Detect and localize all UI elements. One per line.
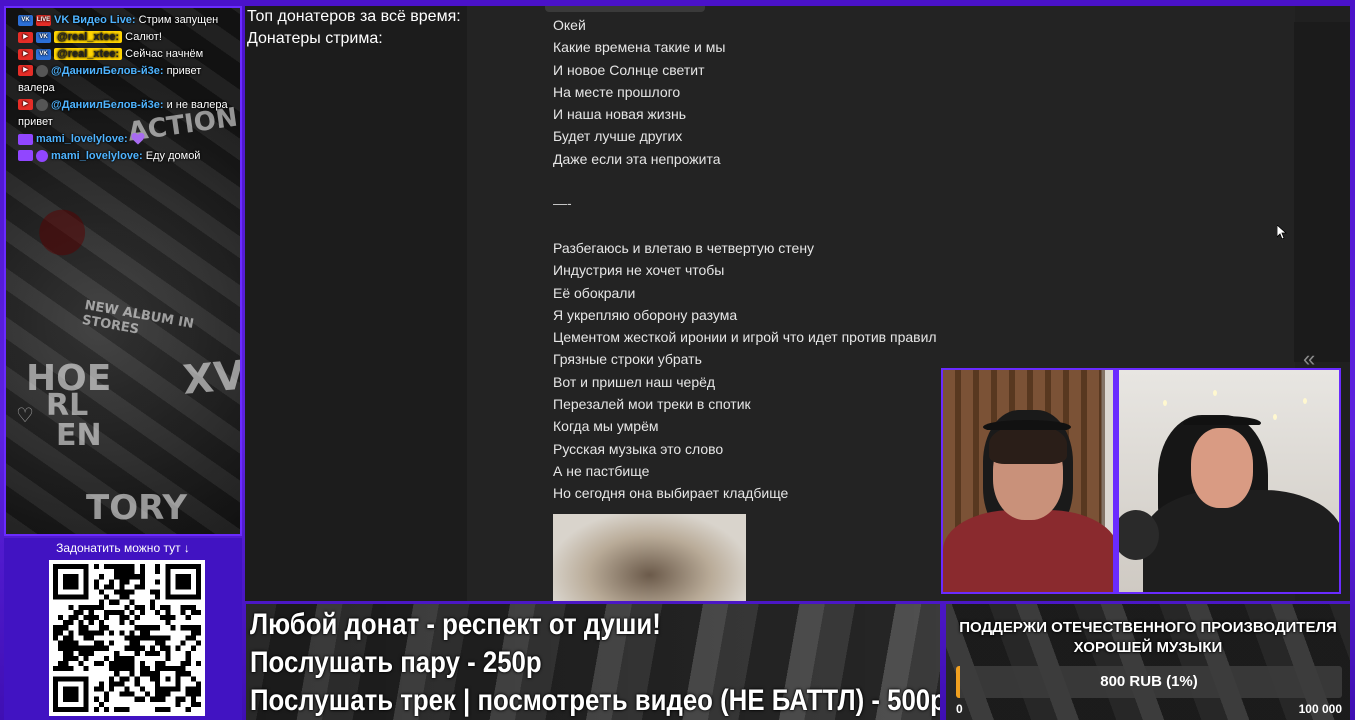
lyrics-line: Когда мы умрём [553,418,659,435]
lyrics-line: Индустрия не хочет чтобы [553,262,725,279]
lyrics-line: Русская музыка это слово [553,440,724,457]
lyrics-line: Будет лучше других [553,128,683,145]
lyrics-line: Какие времена такие и мы [553,39,726,56]
chat-nickname[interactable]: mami_lovelylove: [36,133,128,145]
donation-goal-widget: ПОДДЕРЖИ ОТЕЧЕСТВЕННОГО ПРОИЗВОДИТЕЛЯ ХО… [946,604,1350,720]
headphones-icon [983,420,1071,434]
chat-badges [18,99,48,112]
chat-message: VK@real_xtee: Сейчас начнём [18,46,236,63]
stream-donators: Донатеры стрима: [247,30,383,47]
lyrics-line [553,170,937,192]
post-image[interactable] [553,514,746,601]
youtube-icon [18,48,33,60]
camera-divider [1113,370,1119,592]
lyrics-line: Вот и пришел наш черёд [553,373,716,390]
banner-line-track-price: Послушать трек | посмотреть видео (НЕ БА… [250,684,940,717]
goal-progress-bar: 800 RUB (1%) [956,666,1342,698]
lyrics-line: Перезалей мои треки в спотик [553,396,751,413]
mouse-cursor-icon [1277,225,1287,239]
chat-nickname[interactable]: @real_xtee: [54,31,123,43]
goal-min-value: 0 [956,702,963,716]
goal-title-line2: ХОРОШЕЙ МУЗЫКИ [1073,639,1223,656]
chat-message: @ДаниилБелов-й3е: и не валера привет [18,97,236,131]
page-left-panel [245,6,467,601]
chat-badges [18,133,33,145]
goal-title-line1: ПОДДЕРЖИ ОТЕЧЕСТВЕННОГО ПРОИЗВОДИТЕЛЯ [959,619,1337,636]
user-icon [36,150,48,163]
chat-text: Еду домой [145,150,201,162]
donate-qr-panel: Задонатить можно тут ↓ [4,538,242,720]
chat-message: VK LIVE VK Видео Live: Стрим запущен [18,12,236,29]
chat-badges: VK [18,31,51,43]
purple-heart-emote-icon [131,133,145,145]
lyrics-line [553,215,937,237]
youtube-icon [18,99,33,111]
youtube-icon [18,31,33,43]
chat-panel: ACTION ● NEW ALBUM IN STORES HOE RL EN X… [4,6,242,536]
goal-amount: 800 RUB (1%) [1100,673,1198,690]
chat-message: @ДаниилБелов-й3е: привет валера [18,63,236,97]
lyrics-line: Грязные строки убрать [553,351,702,368]
lyrics-line: Разбегаюсь и влетаю в четвертую стену [553,239,815,256]
chat-badges [18,150,48,163]
lyrics-line: Её обокрали [553,284,636,301]
donation-prices-banner: Любой донат - респект от души! Послушать… [246,604,940,720]
avatar-icon [36,99,48,112]
youtube-icon [18,65,33,77]
chat-badges: VK [18,48,51,60]
chat-message: mami_lovelylove: [18,131,236,148]
top-donators-all-time: Топ донатеров за всё время: [247,8,461,25]
qr-code-icon [53,564,201,712]
live-icon: LIVE [36,14,51,26]
chat-nickname[interactable]: @ДаниилБелов-й3е: [51,65,164,77]
browser-tab-strip[interactable] [545,6,705,12]
chat-message: mami_lovelylove: Еду домой [18,148,236,165]
lyrics-line: Я укрепляю оборону разума [553,306,738,323]
microphone-icon [1113,510,1159,560]
webcam-feed [941,368,1341,594]
lyrics-line: А не пастбище [553,462,650,479]
chat-badges [18,65,48,78]
lyrics-line: Цементом жесткой иронии и игрой что идет… [553,329,937,346]
lyrics-line: Окей [553,17,586,33]
page-right-panel [1294,22,1350,362]
chat-badges: VK LIVE [18,14,51,26]
goal-title: ПОДДЕРЖИ ОТЕЧЕСТВЕННОГО ПРОИЗВОДИТЕЛЯ ХО… [946,618,1350,658]
twitch-icon [18,133,33,145]
lyrics-line: И новое Солнце светит [553,61,705,78]
chat-text: Сейчас начнём [125,48,204,60]
chat-nickname[interactable]: @real_xtee: [54,48,123,60]
vk-icon: VK [36,31,51,43]
chat-message-list: VKLIVEVK Видео Live: Стрим запущенVK@rea… [18,12,236,165]
chat-nickname[interactable]: mami_lovelylove: [51,150,143,162]
goal-max-value: 100 000 [1298,702,1342,716]
chat-text: Салют! [125,31,162,43]
vk-icon: VK [18,14,33,26]
streamer-right [1143,490,1339,592]
donate-qr-code[interactable] [49,560,205,716]
chat-message: VK@real_xtee: Салют! [18,29,236,46]
chat-nickname[interactable]: VK Видео Live: [54,14,136,26]
avatar-icon [36,65,48,78]
chat-nickname[interactable]: @ДаниилБелов-й3е: [51,99,164,111]
lyrics-line: —- [553,195,572,212]
chat-text: Стрим запущен [138,14,219,26]
lyrics-text: Окей Какие времена такие и мы И новое Солн… [553,14,937,505]
twitch-icon [18,150,33,162]
lyrics-line: Но сегодня она выбирает кладбище [553,485,789,502]
lyrics-line: На месте прошлого [553,83,681,100]
banner-line-respect: Любой донат - респект от души! [250,608,661,641]
lyrics-line: И наша новая жизнь [553,106,687,123]
lyrics-line: Даже если эта непрожита [553,150,721,167]
vk-icon: VK [36,48,51,60]
donate-label: Задонатить можно тут ↓ [56,541,190,555]
top-donators-info: Топ донатеров за всё время: Донатеры стр… [247,6,461,50]
streamer-left [943,510,1118,592]
banner-line-pair-price: Послушать пару - 250р [250,646,542,679]
